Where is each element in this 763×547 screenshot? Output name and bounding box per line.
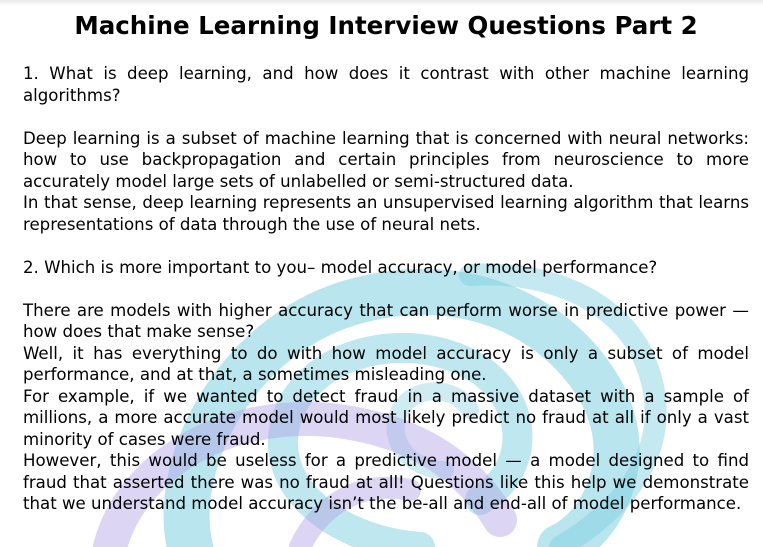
page-title: Machine Learning Interview Questions Par… bbox=[74, 11, 698, 40]
answer-2-paragraph: However, this would be useless for a pre… bbox=[23, 451, 749, 513]
question-2: 2. Which is more important to you– model… bbox=[23, 257, 658, 277]
answer-1-paragraph: In that sense, deep learning represents … bbox=[23, 193, 749, 234]
question-1: 1. What is deep learning, and how does i… bbox=[23, 64, 749, 105]
answer-2-paragraph: For example, if we wanted to detect frau… bbox=[23, 386, 749, 449]
article-content: Machine Learning Interview Questions Par… bbox=[0, 0, 763, 515]
answer-2-paragraph: Well, it has everything to do with how m… bbox=[23, 343, 749, 385]
answer-1-paragraph: Deep learning is a subset of machine lea… bbox=[23, 128, 749, 191]
document-page: Machine Learning Interview Questions Par… bbox=[0, 0, 763, 547]
answer-2-paragraph: There are models with higher accuracy th… bbox=[23, 300, 749, 342]
